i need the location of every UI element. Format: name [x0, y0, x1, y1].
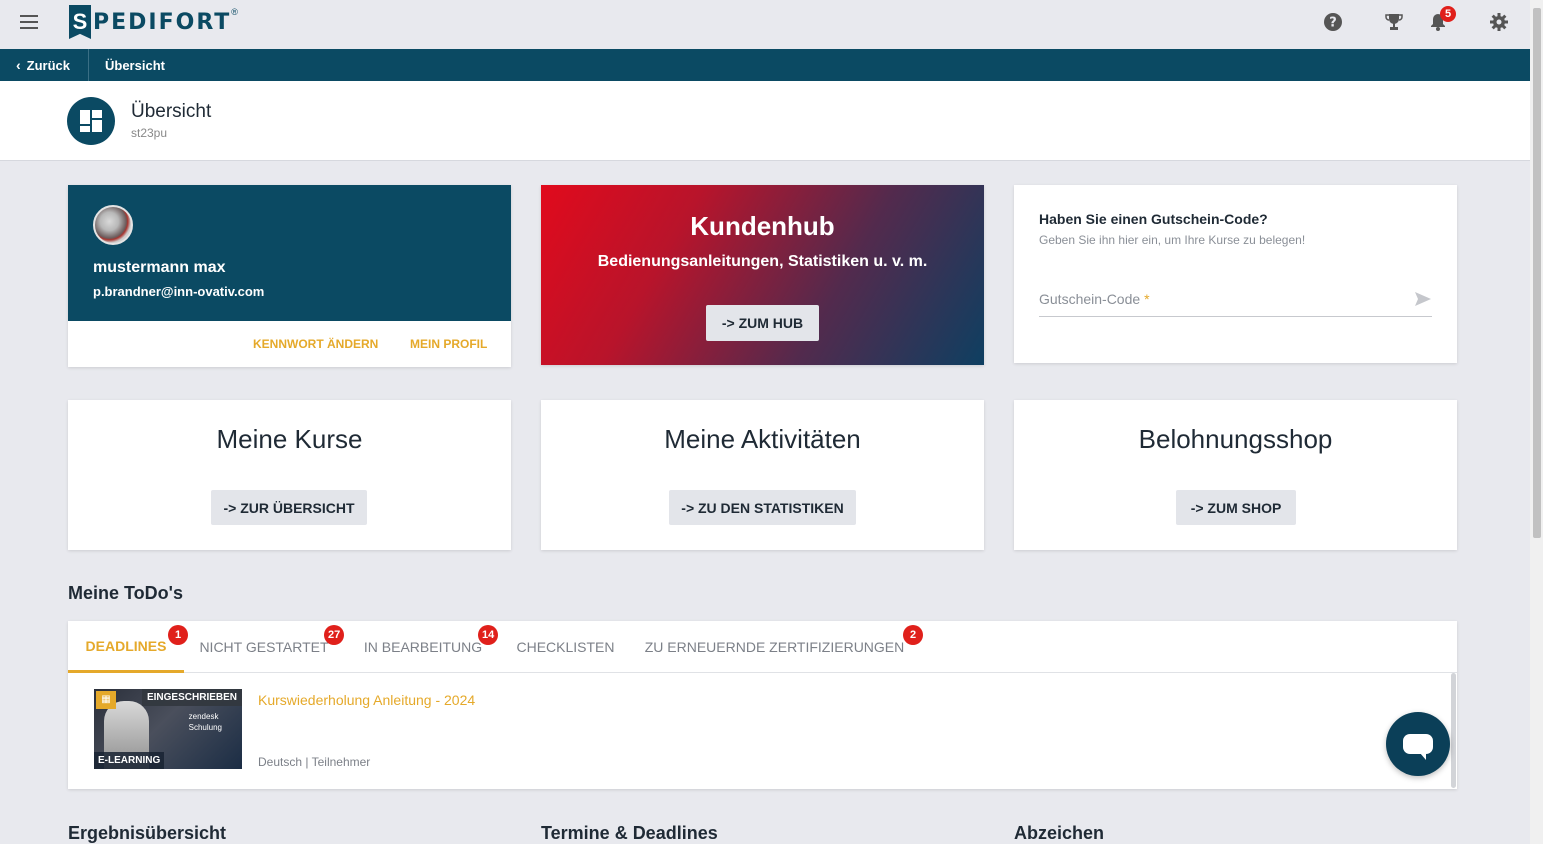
calendar-icon: ▦: [96, 691, 116, 709]
go-to-hub-button[interactable]: -> ZUM HUB: [706, 305, 819, 341]
brand-name: zendesk: [188, 712, 219, 721]
tab-count-badge: 14: [478, 625, 499, 645]
back-label: Zurück: [26, 57, 71, 73]
logo[interactable]: S PEDIFORT ®: [69, 5, 238, 39]
my-profile-button[interactable]: MEIN PROFIL: [410, 337, 487, 351]
menu-icon[interactable]: [20, 15, 38, 29]
page-title: Übersicht: [131, 101, 212, 122]
tab-label: ZU ERNEUERNDE ZERTIFIZIERUNGEN: [644, 639, 905, 655]
my-courses-card: Meine Kurse -> ZUR ÜBERSICHT: [68, 400, 511, 550]
customer-hub-card: Kundenhub Bedienungsanleitungen, Statist…: [541, 185, 984, 365]
tab-label: DEADLINES: [85, 637, 167, 654]
logo-text: PEDIFORT: [93, 9, 232, 35]
hub-title: Kundenhub: [690, 211, 835, 241]
todos-panel: DEADLINES 1 NICHT GESTARTET 27 IN BEARBE…: [68, 621, 1457, 789]
tab-count-badge: 27: [324, 625, 345, 645]
tab-in-progress[interactable]: IN BEARBEITUNG: [358, 621, 488, 673]
tab-count-badge: 1: [168, 625, 188, 645]
change-password-button[interactable]: KENNWORT ÄNDERN: [253, 337, 378, 351]
profile-header: mustermann max p.brandner@inn-ovativ.com: [68, 185, 511, 321]
my-activities-title: Meine Aktivitäten: [664, 424, 861, 454]
profile-name: mustermann max: [93, 259, 226, 276]
dashboard-icon: [67, 97, 115, 145]
voucher-code-input[interactable]: Gutschein-Code *: [1039, 291, 1432, 317]
profile-email: p.brandner@inn-ovativ.com: [93, 284, 265, 299]
course-thumbnail[interactable]: ▦ EINGESCHRIEBEN zendesk Schulung E-LEAR…: [94, 689, 242, 769]
course-meta: Deutsch | Teilnehmer: [258, 755, 370, 769]
my-courses-title: Meine Kurse: [216, 424, 363, 454]
chat-button[interactable]: [1386, 712, 1450, 776]
course-role: Teilnehmer: [311, 755, 371, 769]
enrolled-badge: EINGESCHRIEBEN: [141, 689, 242, 706]
todos-title: Meine ToDo's: [68, 583, 183, 603]
hub-subtitle: Bedienungsanleitungen, Statistiken u. v.…: [597, 253, 928, 270]
voucher-card: Haben Sie einen Gutschein-Code? Geben Si…: [1014, 185, 1457, 363]
voucher-subtitle: Geben Sie ihn hier ein, um Ihre Kurse zu…: [1039, 233, 1306, 247]
send-icon[interactable]: [1414, 291, 1432, 307]
required-mark: *: [1144, 291, 1150, 307]
notification-count-badge: 5: [1440, 6, 1456, 22]
voucher-placeholder: Gutschein-Code: [1039, 291, 1141, 307]
tab-checklists[interactable]: CHECKLISTEN: [508, 621, 623, 673]
course-language: Deutsch: [258, 755, 303, 769]
tab-not-started[interactable]: NICHT GESTARTET: [198, 621, 330, 673]
shop-button[interactable]: -> ZUM SHOP: [1176, 490, 1296, 525]
nav-divider: [88, 49, 89, 81]
badges-title: Abzeichen: [1014, 823, 1105, 843]
reward-shop-title: Belohnungsshop: [1138, 424, 1333, 454]
tab-label: NICHT GESTARTET: [199, 639, 329, 655]
thumbnail-brand: zendesk Schulung: [189, 711, 222, 733]
tab-label: CHECKLISTEN: [516, 639, 615, 655]
chat-bubble-icon: [1403, 734, 1433, 760]
results-overview-title: Ergebnisübersicht: [68, 823, 227, 843]
page-scrollbar[interactable]: [1530, 0, 1543, 844]
trophy-icon[interactable]: [1384, 12, 1404, 32]
page-header: Übersicht st23pu: [0, 81, 1530, 161]
settings-gear-icon[interactable]: [1489, 12, 1509, 32]
breadcrumb: Übersicht: [105, 57, 165, 73]
back-button[interactable]: ‹ Zurück: [16, 49, 70, 81]
reward-shop-card: Belohnungsshop -> ZUM SHOP: [1014, 400, 1457, 550]
page-subtitle: st23pu: [131, 126, 168, 140]
top-bar: S PEDIFORT ® ? 5: [0, 0, 1530, 49]
logo-mark: S: [69, 5, 91, 39]
profile-card: mustermann max p.brandner@inn-ovativ.com…: [68, 185, 511, 367]
dates-deadlines-title: Termine & Deadlines: [541, 823, 718, 843]
brand-subtitle: Schulung: [188, 723, 222, 732]
avatar[interactable]: [93, 205, 133, 245]
statistics-button[interactable]: -> ZU DEN STATISTIKEN: [669, 490, 856, 525]
course-type-label: E-LEARNING: [94, 752, 165, 769]
course-title-link[interactable]: Kurswiederholung Anleitung - 2024: [258, 692, 475, 708]
tab-count-badge: 2: [903, 625, 923, 645]
chevron-left-icon: ‹: [16, 57, 21, 73]
svg-text:?: ?: [1329, 16, 1337, 31]
todos-tab-bar: DEADLINES 1 NICHT GESTARTET 27 IN BEARBE…: [68, 621, 1457, 673]
tab-label: IN BEARBEITUNG: [363, 639, 483, 655]
tab-deadlines[interactable]: DEADLINES: [68, 621, 184, 673]
logo-registered: ®: [231, 7, 238, 17]
panel-scrollbar[interactable]: [1451, 673, 1456, 788]
tab-renew-certifications[interactable]: ZU ERNEUERNDE ZERTIFIZIERUNGEN: [643, 621, 906, 673]
scrollbar-thumb[interactable]: [1533, 8, 1541, 538]
nav-bar: ‹ Zurück Übersicht: [0, 49, 1530, 81]
my-activities-card: Meine Aktivitäten -> ZU DEN STATISTIKEN: [541, 400, 984, 550]
courses-overview-button[interactable]: -> ZUR ÜBERSICHT: [211, 490, 367, 525]
help-icon[interactable]: ?: [1323, 12, 1343, 32]
voucher-title: Haben Sie einen Gutschein-Code?: [1039, 211, 1268, 227]
